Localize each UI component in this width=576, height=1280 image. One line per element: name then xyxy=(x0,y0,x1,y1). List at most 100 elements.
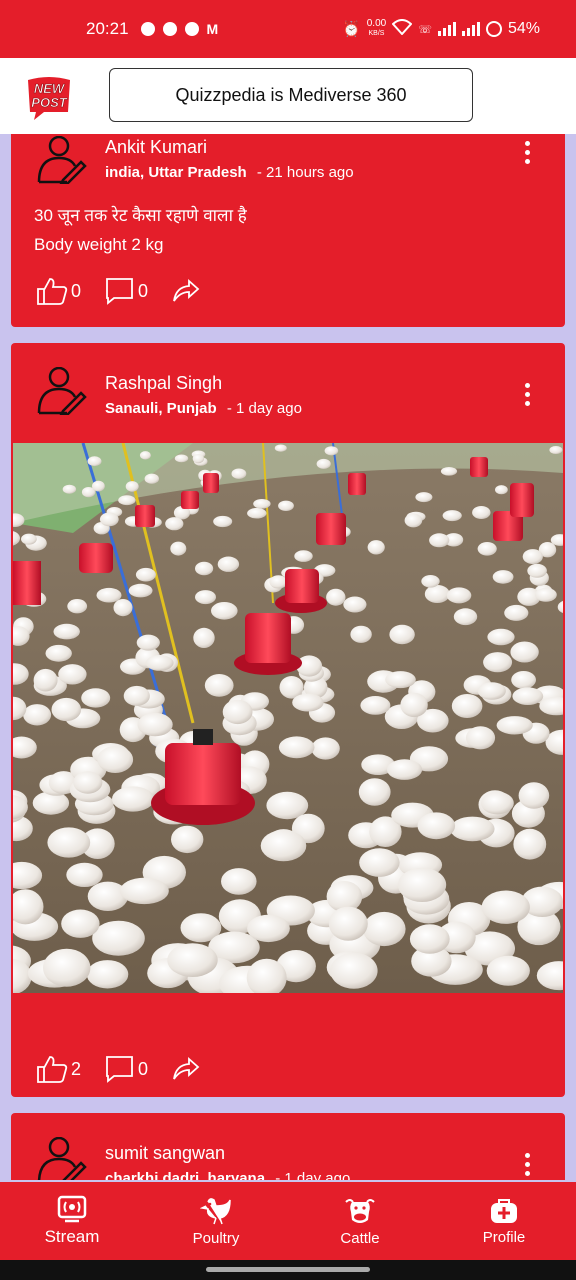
chick xyxy=(278,736,315,759)
chick xyxy=(192,454,205,464)
chick xyxy=(527,563,547,578)
chick xyxy=(360,696,391,715)
chick xyxy=(269,575,288,589)
wifi-icon xyxy=(391,18,413,40)
chick xyxy=(483,652,513,673)
gmail-icon: M xyxy=(206,21,219,37)
chick xyxy=(53,623,80,640)
battery-level: 54% xyxy=(507,20,540,37)
chick xyxy=(23,704,52,726)
home-handle[interactable] xyxy=(206,1267,370,1272)
chick xyxy=(386,759,423,780)
chick xyxy=(330,952,378,989)
chick xyxy=(253,499,271,509)
chick xyxy=(343,596,367,613)
comment-count: 0 xyxy=(138,1058,149,1079)
post-actions: 2 0 xyxy=(36,1055,227,1083)
chick xyxy=(67,599,88,614)
app-header: NEW POST Quizzpedia is Mediverse 360 xyxy=(0,58,576,134)
status-time: 20:21 xyxy=(86,19,129,38)
post-author[interactable]: sumit sangwan xyxy=(105,1143,225,1164)
medical-kit-icon xyxy=(491,1198,517,1223)
post-actions: 0 0 xyxy=(36,277,227,305)
nav-stream-label: Stream xyxy=(44,1227,100,1246)
nav-stream[interactable]: Stream xyxy=(0,1195,144,1247)
nav-cattle-label: Cattle xyxy=(340,1229,380,1247)
chick xyxy=(328,906,368,941)
chick xyxy=(62,484,77,494)
chick xyxy=(446,587,472,604)
status-bar: 20:21 M ⏰ 0.00 KB/S ☏ 54% xyxy=(0,0,576,58)
svg-text:POST: POST xyxy=(31,95,67,110)
chick xyxy=(193,627,215,648)
bottom-navigation: Stream Poultry Cattle Profile xyxy=(0,1182,576,1260)
new-post-logo[interactable]: NEW POST xyxy=(24,72,74,122)
chick xyxy=(47,827,91,858)
chick xyxy=(278,500,294,511)
header-banner[interactable]: Quizzpedia is Mediverse 360 xyxy=(109,68,473,122)
chick xyxy=(492,570,514,584)
alarm-icon: ⏰ xyxy=(342,21,361,38)
post-image[interactable] xyxy=(13,443,563,993)
chick xyxy=(512,687,544,705)
post-time: - 1 day ago xyxy=(275,1170,351,1180)
chick xyxy=(221,868,257,895)
chick xyxy=(324,446,339,456)
user-avatar-icon xyxy=(37,1137,87,1180)
volte-icon: ☏ xyxy=(418,23,432,36)
post-time: - 1 day ago xyxy=(226,400,302,417)
chick xyxy=(326,588,346,606)
comment-button[interactable]: 0 xyxy=(105,277,148,305)
gesture-bar xyxy=(0,1260,576,1280)
nav-poultry[interactable]: Poultry xyxy=(144,1196,288,1247)
chick xyxy=(316,458,331,469)
share-button[interactable] xyxy=(172,279,203,303)
chick xyxy=(213,515,233,528)
post-author[interactable]: Ankit Kumari xyxy=(105,137,207,158)
chick xyxy=(522,549,543,565)
post-author[interactable]: Rashpal Singh xyxy=(105,373,222,394)
nav-profile[interactable]: Profile xyxy=(432,1197,576,1246)
nav-poultry-label: Poultry xyxy=(192,1229,240,1247)
share-button[interactable] xyxy=(172,1057,203,1081)
battery-icon xyxy=(485,21,502,37)
comment-count: 0 xyxy=(138,280,149,301)
more-options-icon[interactable] xyxy=(525,141,531,164)
chick xyxy=(440,467,458,476)
chick xyxy=(167,943,218,977)
chick xyxy=(86,960,129,989)
chick xyxy=(481,890,530,924)
more-options-icon[interactable] xyxy=(525,383,531,406)
post-card: Rashpal Singh Sanauli, Punjab - 1 day ag… xyxy=(11,343,565,1097)
chick xyxy=(97,746,134,773)
chick xyxy=(61,909,100,938)
user-avatar-icon xyxy=(37,136,87,184)
post-feed[interactable]: Ankit Kumari india, Uttar Pradesh - 21 h… xyxy=(0,134,576,1180)
nav-cattle[interactable]: Cattle xyxy=(288,1196,432,1247)
chick xyxy=(487,628,515,646)
like-count: 0 xyxy=(71,280,82,301)
post-time: - 21 hours ago xyxy=(256,164,354,181)
chick xyxy=(118,495,136,506)
chick xyxy=(481,791,514,815)
share-icon xyxy=(173,279,200,302)
post-meta: Sanauli, Punjab - 1 day ago xyxy=(105,400,302,417)
chick xyxy=(96,587,122,603)
comment-button[interactable]: 0 xyxy=(105,1055,148,1083)
like-button[interactable]: 0 xyxy=(36,277,81,305)
chick xyxy=(99,512,119,527)
chick xyxy=(51,697,82,722)
chick xyxy=(518,782,550,809)
more-options-icon[interactable] xyxy=(525,1153,531,1176)
like-count: 2 xyxy=(71,1058,82,1079)
like-button[interactable]: 2 xyxy=(36,1055,81,1083)
chick xyxy=(453,608,478,626)
chick xyxy=(144,473,159,484)
chick xyxy=(217,556,240,572)
chick xyxy=(174,454,189,463)
chick xyxy=(260,830,307,862)
chick xyxy=(33,668,58,692)
chick xyxy=(45,644,72,662)
post-meta: charkhi dadri, haryana - 1 day ago xyxy=(105,1170,350,1180)
chick xyxy=(398,867,447,902)
